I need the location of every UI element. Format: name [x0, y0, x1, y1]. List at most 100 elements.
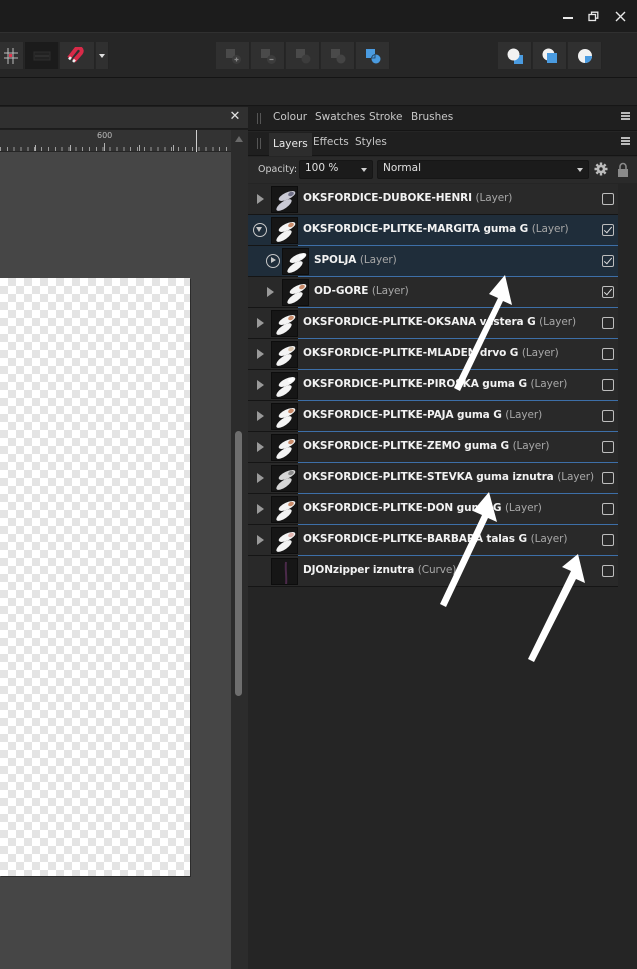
divide-icon — [365, 48, 380, 63]
tab-colour[interactable]: Colour — [273, 111, 307, 123]
minimize-button[interactable] — [557, 6, 579, 26]
expand-arrow-icon[interactable] — [257, 442, 264, 452]
tab-layers[interactable]: Layers — [269, 133, 312, 156]
panel-menu-icon[interactable] — [621, 112, 633, 124]
panel-grip[interactable] — [257, 113, 261, 124]
layer-thumbnail — [271, 434, 298, 461]
layer-row[interactable]: OKSFORDICE-PLITKE-ZEMO guma G (Layer) — [248, 432, 618, 463]
visibility-checkbox[interactable] — [602, 224, 614, 236]
canvas[interactable] — [0, 152, 231, 969]
panel-menu-icon[interactable] — [621, 137, 633, 149]
app-window: ✕ 600 Colour Swatches Stroke Brushes Lay… — [0, 0, 637, 969]
minimize-icon — [563, 17, 573, 19]
collapse-icon[interactable] — [253, 223, 267, 237]
snapping-options-dropdown[interactable] — [96, 42, 109, 69]
visibility-checkbox[interactable] — [602, 565, 614, 577]
divide-button[interactable] — [356, 42, 390, 69]
intersect-button[interactable] — [286, 42, 320, 69]
layer-row[interactable]: SPOLJA (Layer) — [248, 246, 618, 277]
snapping-toggle-button[interactable] — [60, 42, 95, 69]
expand-arrow-icon[interactable] — [257, 380, 264, 390]
lock-icon[interactable] — [617, 162, 629, 177]
send-to-back-icon — [507, 48, 523, 64]
layer-name-text: OKSFORDICE-PLITKE-BARBARA talas G — [303, 533, 531, 545]
close-icon — [615, 11, 625, 21]
expand-arrow-icon[interactable] — [257, 318, 264, 328]
panel-grip[interactable] — [257, 138, 261, 149]
tab-swatches[interactable]: Swatches — [315, 111, 365, 123]
bring-forward-button[interactable] — [533, 42, 567, 69]
expand-arrow-icon[interactable] — [257, 194, 264, 204]
expand-arrow-icon[interactable] — [257, 504, 264, 514]
visibility-checkbox[interactable] — [602, 193, 614, 205]
layer-name-text: OKSFORDICE-PLITKE-PIROSKA guma G — [303, 378, 531, 390]
layer-row[interactable]: OKSFORDICE-PLITKE-PIROSKA guma G (Layer) — [248, 370, 618, 401]
layer-row[interactable]: DJONzipper iznutra (Curve) — [248, 556, 618, 587]
opacity-dropdown[interactable]: 100 % — [299, 160, 373, 179]
layer-row[interactable]: OKSFORDICE-DUBOKE-HENRI (Layer) — [248, 184, 618, 215]
visibility-checkbox[interactable] — [602, 441, 614, 453]
magnet-icon — [67, 46, 84, 63]
tab-effects[interactable]: Effects — [313, 136, 349, 148]
tab-stroke[interactable]: Stroke — [369, 111, 402, 123]
layer-type: (Layer) — [557, 471, 594, 483]
expand-arrow-icon[interactable] — [257, 473, 264, 483]
visibility-checkbox[interactable] — [602, 379, 614, 391]
subtract-button[interactable] — [251, 42, 285, 69]
layer-row[interactable]: OKSFORDICE-PLITKE-BARBARA talas G (Layer… — [248, 525, 618, 556]
snapping-grid-button[interactable] — [0, 42, 24, 69]
layer-row[interactable]: OKSFORDICE-PLITKE-MLADEN drvo G (Layer) — [248, 339, 618, 370]
artboard[interactable] — [0, 278, 190, 876]
ruler-guide-marker[interactable] — [196, 130, 197, 152]
restore-button[interactable] — [582, 6, 604, 26]
layer-name: OKSFORDICE-PLITKE-BARBARA talas G (Layer… — [303, 533, 567, 545]
layer-name: SPOLJA (Layer) — [314, 254, 397, 266]
layer-row[interactable]: OKSFORDICE-PLITKE-OKSANA vestera G (Laye… — [248, 308, 618, 339]
close-document-button[interactable]: ✕ — [228, 110, 242, 124]
layer-name: OKSFORDICE-PLITKE-OKSANA vestera G (Laye… — [303, 316, 576, 328]
scrollbar-thumb[interactable] — [235, 431, 242, 696]
layer-thumbnail — [271, 186, 298, 213]
blend-mode-dropdown[interactable]: Normal — [377, 160, 589, 179]
layer-name-text: OKSFORDICE-PLITKE-DON guma G — [303, 502, 505, 514]
layer-name-text: OKSFORDICE-PLITKE-MLADEN drvo G — [303, 347, 522, 359]
expand-arrow-icon[interactable] — [257, 535, 264, 545]
layer-thumbnail — [271, 217, 298, 244]
add-icon — [225, 48, 241, 64]
insert-inside-icon — [577, 48, 592, 63]
gear-icon[interactable] — [594, 162, 608, 176]
close-window-button[interactable] — [609, 6, 631, 26]
tab-brushes[interactable]: Brushes — [411, 111, 453, 123]
horizontal-ruler[interactable]: 600 — [0, 130, 231, 152]
layer-name-text: OKSFORDICE-PLITKE-MARGITA guma G — [303, 223, 532, 235]
insert-inside-button[interactable] — [568, 42, 602, 69]
expand-arrow-icon[interactable] — [257, 349, 264, 359]
chevron-down-icon — [361, 168, 367, 172]
alignment-button[interactable] — [25, 42, 59, 69]
chevron-down-icon — [99, 53, 105, 58]
visibility-checkbox[interactable] — [602, 472, 614, 484]
layer-row[interactable]: OKSFORDICE-PLITKE-DON guma G (Layer) — [248, 494, 618, 525]
layer-name: OKSFORDICE-PLITKE-PIROSKA guma G (Layer) — [303, 378, 567, 390]
expand-icon[interactable] — [266, 254, 280, 268]
visibility-checkbox[interactable] — [602, 348, 614, 360]
add-button[interactable] — [216, 42, 250, 69]
visibility-checkbox[interactable] — [602, 286, 614, 298]
layer-row[interactable]: OD-GORE (Layer) — [248, 277, 618, 308]
vertical-scrollbar[interactable] — [231, 130, 248, 969]
scroll-up-arrow[interactable] — [235, 136, 243, 142]
visibility-checkbox[interactable] — [602, 255, 614, 267]
send-to-back-button[interactable] — [498, 42, 532, 69]
expand-arrow-icon[interactable] — [267, 287, 274, 297]
xor-button[interactable] — [321, 42, 355, 69]
layer-row[interactable]: OKSFORDICE-PLITKE-PAJA guma G (Layer) — [248, 401, 618, 432]
visibility-checkbox[interactable] — [602, 410, 614, 422]
tab-styles[interactable]: Styles — [355, 136, 387, 148]
expand-arrow-icon[interactable] — [257, 411, 264, 421]
layer-thumbnail — [271, 496, 298, 523]
visibility-checkbox[interactable] — [602, 534, 614, 546]
layer-row[interactable]: OKSFORDICE-PLITKE-STEVKA guma iznutra (L… — [248, 463, 618, 494]
layer-row[interactable]: OKSFORDICE-PLITKE-MARGITA guma G (Layer) — [248, 215, 618, 246]
visibility-checkbox[interactable] — [602, 503, 614, 515]
visibility-checkbox[interactable] — [602, 317, 614, 329]
